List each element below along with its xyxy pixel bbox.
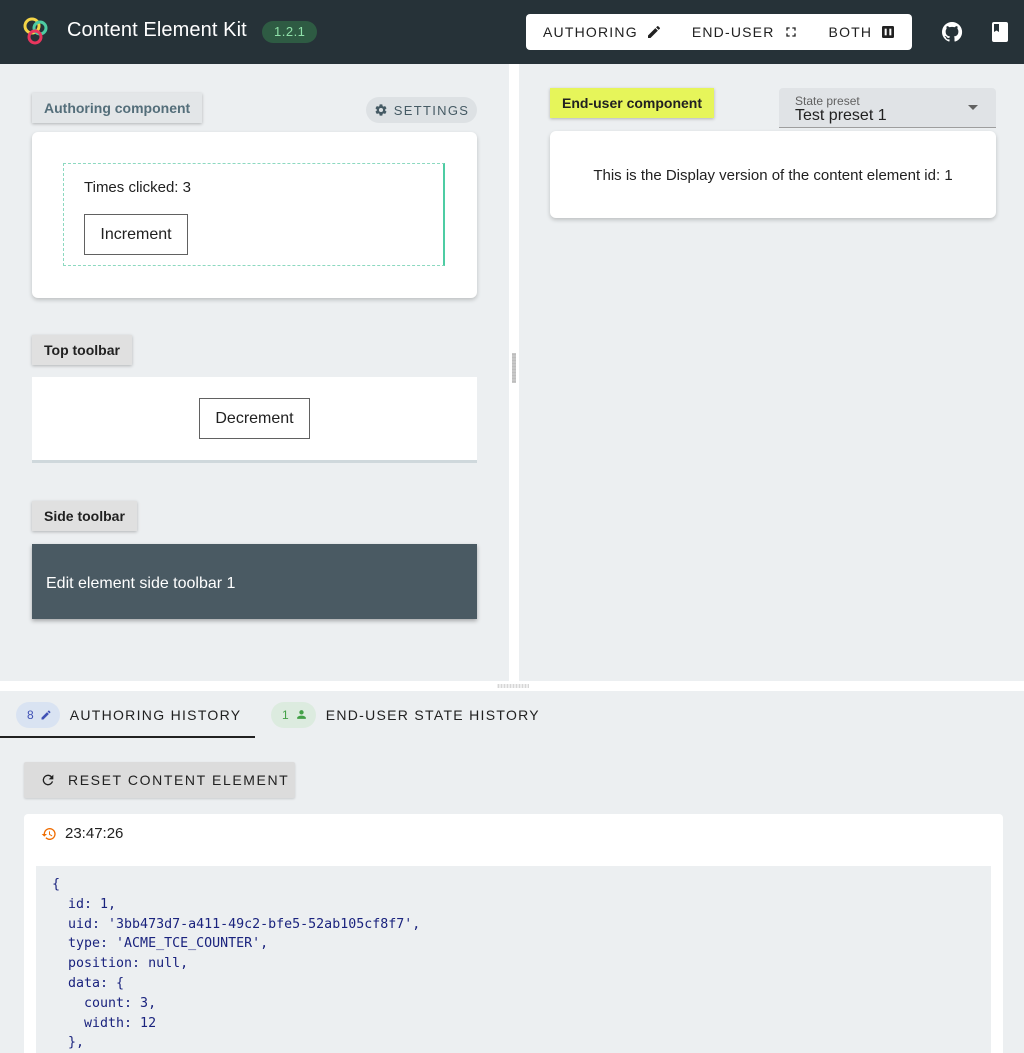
mode-authoring-label: AUTHORING — [543, 24, 638, 40]
history-panel: 8 AUTHORING HISTORY 1 END-USER STATE HIS… — [0, 691, 1024, 1053]
side-toolbar-text: Edit element side toolbar 1 — [46, 575, 236, 592]
book-icon[interactable] — [988, 20, 1012, 44]
history-clock-icon — [41, 827, 56, 840]
top-toolbar-chip: Top toolbar — [32, 335, 132, 365]
version-badge: 1.2.1 — [262, 21, 318, 43]
end-user-card: This is the Display version of the conte… — [550, 131, 996, 218]
top-toolbar: Decrement — [32, 377, 477, 463]
splitter-grip-icon — [497, 684, 529, 688]
app-bar: Content Element Kit 1.2.1 AUTHORING END-… — [0, 0, 1024, 64]
code-line: count: 3, — [52, 995, 157, 1011]
authoring-history-count: 8 — [27, 707, 34, 722]
fullscreen-icon — [785, 27, 796, 37]
tab-end-user-state-history[interactable]: 1 END-USER STATE HISTORY — [271, 691, 540, 738]
side-toolbar: Edit element side toolbar 1 — [32, 544, 477, 619]
mode-authoring-button[interactable]: AUTHORING — [543, 14, 662, 50]
vertical-splitter[interactable] — [509, 64, 519, 681]
authoring-component-chip: Authoring component — [32, 93, 203, 123]
code-line: }, — [52, 1035, 85, 1051]
code-line: type: 'ACME_TCE_COUNTER', — [52, 936, 269, 952]
element-frame: Times clicked: 3 Increment — [63, 163, 445, 266]
active-tab-indicator — [0, 736, 255, 738]
refresh-icon — [42, 774, 54, 786]
history-entry-header: 23:47:26 — [41, 825, 123, 842]
settings-label: SETTINGS — [393, 102, 470, 118]
mode-both-button[interactable]: BOTH — [829, 14, 897, 50]
settings-button[interactable]: SETTINGS — [366, 97, 477, 123]
columns-icon — [882, 26, 895, 38]
mode-end-user-label: END-USER — [691, 24, 775, 40]
pencil-icon — [647, 25, 660, 38]
pencil-icon — [41, 709, 51, 719]
decrement-button[interactable]: Decrement — [199, 398, 310, 439]
side-toolbar-chip: Side toolbar — [32, 501, 137, 531]
display-text: This is the Display version of the conte… — [593, 167, 953, 184]
view-mode-toggle: AUTHORING END-USER BOTH — [526, 14, 912, 50]
splitter-grip-icon — [512, 353, 516, 383]
code-line: uid: '3bb473d7-a411-49c2-bfe5-52ab105cf8… — [52, 916, 421, 932]
authoring-history-badge: 8 — [16, 701, 60, 728]
dropdown-caret-icon — [968, 105, 978, 110]
reset-content-element-button[interactable]: RESET CONTENT ELEMENT — [24, 762, 295, 798]
gear-icon — [375, 104, 387, 116]
end-user-history-label: END-USER STATE HISTORY — [325, 706, 540, 723]
code-line: data: { — [52, 975, 125, 991]
app-title: Content Element Kit — [67, 19, 247, 41]
code-line: id: 1, — [52, 896, 117, 912]
code-line: position: null, — [52, 956, 189, 972]
end-user-history-count: 1 — [282, 707, 289, 722]
increment-button[interactable]: Increment — [84, 214, 188, 255]
state-preset-select[interactable]: State preset Test preset 1 — [779, 88, 996, 128]
state-code-block: { id: 1, uid: '3bb473d7-a411-49c2-bfe5-5… — [36, 866, 991, 1053]
times-clicked-text: Times clicked: 3 — [84, 179, 191, 196]
tab-authoring-history[interactable]: 8 AUTHORING HISTORY — [16, 691, 241, 738]
history-timestamp: 23:47:26 — [65, 825, 124, 842]
reset-label: RESET CONTENT ELEMENT — [68, 772, 290, 788]
mode-both-label: BOTH — [828, 24, 873, 40]
authoring-pane: Authoring component SETTINGS Times click… — [0, 64, 509, 681]
code-line: { — [52, 877, 61, 892]
github-icon[interactable] — [940, 20, 964, 44]
end-user-pane: End-user component State preset Test pre… — [519, 64, 1024, 681]
mode-end-user-button[interactable]: END-USER — [692, 14, 799, 50]
person-icon — [296, 710, 306, 719]
authoring-history-label: AUTHORING HISTORY — [69, 706, 242, 723]
state-preset-value: Test preset 1 — [795, 107, 887, 124]
end-user-history-badge: 1 — [271, 701, 316, 728]
state-preset-label: State preset — [795, 94, 860, 108]
authoring-card: Times clicked: 3 Increment — [32, 132, 477, 298]
history-entry-card: 23:47:26 { id: 1, uid: '3bb473d7-a411-49… — [24, 814, 1003, 1053]
end-user-component-chip: End-user component — [550, 88, 715, 118]
logo-icon — [23, 17, 48, 45]
horizontal-splitter[interactable] — [0, 681, 1024, 691]
code-line: width: 12 — [52, 1015, 157, 1031]
